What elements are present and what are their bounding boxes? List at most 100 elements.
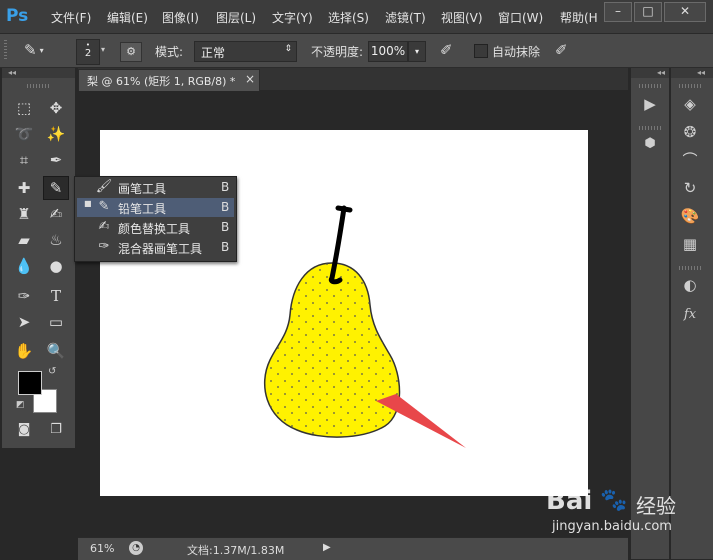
styles-fx-icon[interactable]: fx xyxy=(677,303,703,327)
flyout-item-color-replacement[interactable]: ✍ 颜色替换工具 B xyxy=(77,218,234,237)
paint-bucket-tool-icon[interactable]: ♨ xyxy=(44,229,68,251)
zoom-level[interactable]: 61% xyxy=(90,542,114,555)
panel-dock-collapse-2[interactable]: ◂◂ xyxy=(671,68,713,78)
zoom-tool-icon[interactable]: 🔍 xyxy=(44,340,68,362)
options-grip xyxy=(4,40,7,60)
hand-tool-icon[interactable]: ✋ xyxy=(12,340,36,362)
marquee-tool-icon[interactable]: ⬚ xyxy=(12,97,36,119)
minimize-button[interactable]: – xyxy=(604,2,632,22)
rectangle-tool-icon[interactable]: ▭ xyxy=(44,311,68,333)
swap-colors-icon[interactable]: ↺ xyxy=(48,366,56,377)
toolbar-collapse[interactable]: ◂◂ xyxy=(2,68,75,78)
channels-icon[interactable]: ❂ xyxy=(677,120,703,144)
history-icon[interactable]: ↻ xyxy=(677,176,703,200)
auto-erase-label: 自动抹除 xyxy=(492,45,541,59)
pencil-tool-icon[interactable]: ✎ xyxy=(43,176,69,200)
mode-select[interactable]: 正常 ⇕ xyxy=(194,41,297,62)
menu-filter[interactable]: 滤镜(T) xyxy=(385,9,426,26)
close-document-icon[interactable]: × xyxy=(245,72,255,86)
pear-stem-top xyxy=(335,205,353,213)
selected-bullet-icon: ■ xyxy=(84,199,92,208)
opacity-field[interactable]: 100% xyxy=(368,41,408,62)
toolbar: ⬚ ✥ ➰ ✨ ⌗ ✒ ✚ ✎ ♜ ✍ ▰ ♨ 💧 ● ✑ T ➤ ▭ ✋ 🔍 … xyxy=(2,78,75,448)
actions-play-icon[interactable]: ▶ xyxy=(637,92,663,116)
menu-file[interactable]: 文件(F) xyxy=(51,9,91,26)
pencil-preset-icon[interactable]: ✎ ▾ xyxy=(24,41,54,61)
options-bar: ✎ ▾ • 2 ▾ ⚙ 模式: 正常 ⇕ 不透明度: 100% ▾ ✐ 自动抹除 ✐ xyxy=(0,34,713,68)
auto-erase-checkbox[interactable] xyxy=(474,44,488,58)
brush-icon: 🖌 xyxy=(95,179,113,194)
menu-bar: Ps 文件(F) 编辑(E) 图像(I) 图层(L) 文字(Y) 选择(S) 滤… xyxy=(0,0,713,34)
menu-select[interactable]: 选择(S) xyxy=(328,9,369,26)
watermark-url: jingyan.baidu.com xyxy=(552,519,672,534)
lasso-tool-icon[interactable]: ➰ xyxy=(12,123,36,145)
swatches-icon[interactable]: 🎨 xyxy=(677,204,703,228)
paths-icon[interactable]: ⌒ xyxy=(677,148,703,172)
grid-icon[interactable]: ▦ xyxy=(677,232,703,256)
panel-dock-collapse-1[interactable]: ◂◂ xyxy=(631,68,669,78)
crop-tool-icon[interactable]: ⌗ xyxy=(12,149,36,171)
blur-tool-icon[interactable]: 💧 xyxy=(12,255,36,277)
adjustments-icon[interactable]: ◐ xyxy=(677,273,703,297)
status-info-icon[interactable]: ◔ xyxy=(129,541,143,555)
toolbar-grip[interactable] xyxy=(27,84,51,88)
dodge-tool-icon[interactable]: ● xyxy=(44,255,68,277)
flyout-item-pencil[interactable]: ■ ✎ 铅笔工具 B xyxy=(77,198,234,217)
mode-value: 正常 xyxy=(201,46,226,60)
restore-button[interactable]: □ xyxy=(634,2,662,22)
status-bar: 61% ◔ 文档:1.37M/1.83M ▶ xyxy=(78,537,628,560)
baidu-watermark: Bai 🐾 经验 jingyan.baidu.com xyxy=(546,486,711,536)
3d-panel-icon[interactable]: ⬢ xyxy=(637,132,663,156)
watermark-brand: Bai xyxy=(546,486,593,516)
foreground-color-swatch[interactable] xyxy=(18,371,42,395)
menu-help[interactable]: 帮助(H xyxy=(560,9,598,26)
eraser-tool-icon[interactable]: ▰ xyxy=(12,229,36,251)
magic-wand-tool-icon[interactable]: ✨ xyxy=(44,123,68,145)
healing-brush-tool-icon[interactable]: ✚ xyxy=(12,177,36,199)
menu-view[interactable]: 视图(V) xyxy=(441,9,483,26)
close-button[interactable]: ✕ xyxy=(664,2,706,22)
document-title: 梨 @ 61% (矩形 1, RGB/8) * xyxy=(87,75,236,88)
document-size: 文档:1.37M/1.83M xyxy=(187,544,285,557)
history-brush-tool-icon[interactable]: ✍ xyxy=(44,203,68,225)
panel-grip[interactable] xyxy=(679,84,703,88)
move-tool-icon[interactable]: ✥ xyxy=(44,97,68,119)
layers-icon[interactable]: ◈ xyxy=(677,92,703,116)
mixer-brush-icon: ✑ xyxy=(98,239,110,254)
status-menu-arrow-icon[interactable]: ▶ xyxy=(323,542,331,553)
pen-tool-icon[interactable]: ✑ xyxy=(12,285,36,307)
tablet-pressure-opacity-icon[interactable]: ✐ xyxy=(440,41,458,61)
type-tool-icon[interactable]: T xyxy=(44,285,68,307)
pencil-icon: ✎ xyxy=(98,199,110,214)
menu-image[interactable]: 图像(I) xyxy=(162,9,199,26)
tablet-pressure-size-icon[interactable]: ✐ xyxy=(555,41,573,61)
panel-grip[interactable] xyxy=(639,126,663,130)
opacity-dropdown-icon[interactable]: ▾ xyxy=(408,41,426,62)
flyout-item-mixer-brush[interactable]: ✑ 混合器画笔工具 B xyxy=(77,238,234,257)
pear-speckles xyxy=(264,263,400,438)
menu-layer[interactable]: 图层(L) xyxy=(216,9,256,26)
pencil-tool-flyout: 🖌 画笔工具 B ■ ✎ 铅笔工具 B ✍ 颜色替换工具 B ✑ 混合器画笔工具… xyxy=(74,176,237,262)
menu-type[interactable]: 文字(Y) xyxy=(272,9,313,26)
default-colors-icon[interactable]: ◩ xyxy=(16,400,25,410)
opacity-label: 不透明度: xyxy=(311,45,364,59)
watermark-brand2: 经验 xyxy=(636,494,676,518)
mode-label: 模式: xyxy=(155,45,184,59)
eyedropper-tool-icon[interactable]: ✒ xyxy=(44,149,68,171)
panel-grip[interactable] xyxy=(679,266,703,270)
app-logo: Ps xyxy=(6,6,29,26)
clone-stamp-tool-icon[interactable]: ♜ xyxy=(12,203,36,225)
document-tab[interactable]: 梨 @ 61% (矩形 1, RGB/8) * × xyxy=(78,69,260,91)
brush-size-dropdown-icon[interactable]: ▾ xyxy=(101,45,105,54)
brush-panel-toggle-icon[interactable]: ⚙ xyxy=(120,42,142,62)
path-selection-tool-icon[interactable]: ➤ xyxy=(12,311,36,333)
panel-grip[interactable] xyxy=(639,84,663,88)
screen-mode-icon[interactable]: ❐ xyxy=(44,419,68,441)
select-arrows-icon: ⇕ xyxy=(284,44,292,54)
quick-mask-icon[interactable]: ◙ xyxy=(12,419,36,441)
flyout-item-brush[interactable]: 🖌 画笔工具 B xyxy=(77,178,234,197)
brush-size-field[interactable]: • 2 xyxy=(76,39,100,65)
menu-edit[interactable]: 编辑(E) xyxy=(107,9,148,26)
menu-window[interactable]: 窗口(W) xyxy=(498,9,543,26)
color-replacement-icon: ✍ xyxy=(98,219,110,234)
